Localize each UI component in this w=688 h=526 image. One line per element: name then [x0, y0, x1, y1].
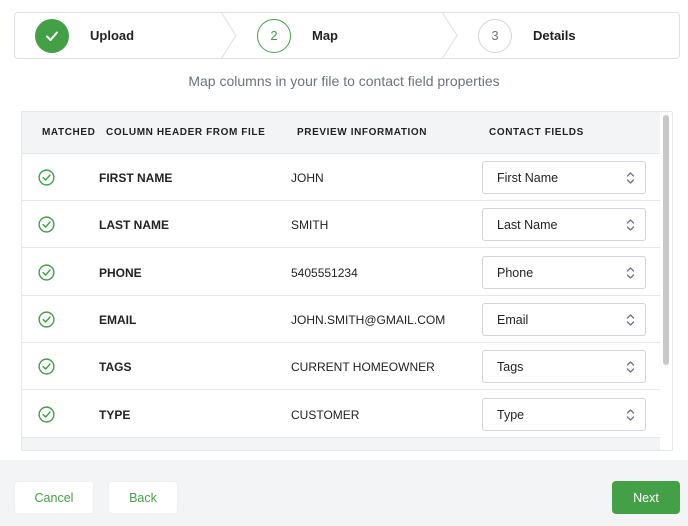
table-row-partial: [22, 437, 660, 450]
matched-check-icon: [38, 311, 55, 328]
table-row: PHONE 5405551234 Phone: [22, 248, 660, 296]
column-header-file: COLUMN HEADER FROM FILE: [106, 127, 266, 138]
cancel-button[interactable]: Cancel: [14, 481, 94, 514]
step-label: Details: [533, 28, 576, 43]
page-subtitle: Map columns in your file to contact fiel…: [188, 73, 500, 89]
file-column-header: FIRST NAME: [99, 171, 173, 185]
contact-field-select[interactable]: First Name: [482, 161, 646, 194]
chevron-up-down-icon: [626, 361, 635, 373]
table-row: FIRST NAME JOHN First Name: [22, 154, 660, 201]
step-number-circle: 2: [257, 18, 291, 53]
preview-value: JOHN.SMITH@GMAIL.COM: [291, 312, 446, 327]
table-row: EMAIL JOHN.SMITH@GMAIL.COM Email: [22, 295, 660, 343]
matched-check-icon: [38, 264, 55, 281]
step-upload[interactable]: Upload: [35, 13, 134, 58]
chevron-up-down-icon: [626, 172, 635, 184]
table-header: MATCHED COLUMN HEADER FROM FILE PREVIEW …: [22, 112, 660, 154]
progress-stepper: Upload 2 Map 3 Details: [14, 12, 680, 59]
step-separator-icon: [441, 12, 458, 59]
contact-field-select[interactable]: Type: [482, 397, 646, 431]
step-details[interactable]: 3 Details: [478, 13, 576, 58]
file-column-header: EMAIL: [99, 312, 137, 327]
next-button[interactable]: Next: [612, 481, 680, 514]
file-column-header: TAGS: [99, 360, 132, 375]
check-icon: [46, 31, 58, 41]
contact-field-select[interactable]: Last Name: [482, 208, 646, 242]
step-label: Map: [312, 28, 338, 43]
matched-check-icon: [38, 216, 55, 233]
scrollbar-thumb[interactable]: [663, 115, 669, 365]
table-row: TAGS CURRENT HOMEOWNER Tags: [22, 343, 660, 391]
chevron-up-down-icon: [626, 314, 635, 326]
matched-check-icon: [38, 358, 55, 375]
contact-field-value: First Name: [497, 171, 559, 185]
step-complete-circle: [35, 18, 69, 53]
preview-value: CURRENT HOMEOWNER: [291, 360, 435, 375]
contact-field-select[interactable]: Email: [482, 302, 646, 336]
matched-check-icon: [38, 405, 55, 423]
chevron-up-down-icon: [626, 408, 635, 421]
contact-field-value: Tags: [497, 360, 524, 375]
step-label: Upload: [90, 28, 135, 43]
chevron-up-down-icon: [626, 219, 635, 231]
preview-value: CUSTOMER: [291, 407, 360, 422]
contact-field-value: Email: [497, 312, 529, 327]
matched-check-icon: [38, 169, 55, 186]
footer-bar: Cancel Back Next: [0, 460, 688, 526]
contact-field-value: Phone: [497, 265, 534, 280]
column-header-matched: MATCHED: [42, 127, 96, 138]
back-button[interactable]: Back: [108, 481, 178, 514]
step-map[interactable]: 2 Map: [257, 13, 338, 58]
preview-value: JOHN: [291, 171, 324, 185]
file-column-header: TYPE: [99, 407, 131, 422]
table-scrollbar[interactable]: [662, 114, 670, 450]
mapping-table: MATCHED COLUMN HEADER FROM FILE PREVIEW …: [21, 111, 673, 451]
table-row: TYPE CUSTOMER Type: [22, 390, 660, 438]
column-header-preview: PREVIEW INFORMATION: [297, 127, 428, 138]
preview-value: 5405551234: [291, 265, 358, 280]
contact-field-value: Type: [497, 407, 525, 422]
step-number-circle: 3: [478, 18, 512, 53]
contact-field-select[interactable]: Phone: [482, 255, 646, 289]
contact-field-select[interactable]: Tags: [482, 350, 646, 384]
contact-field-value: Last Name: [497, 218, 558, 233]
file-column-header: PHONE: [99, 265, 142, 280]
preview-value: SMITH: [291, 218, 329, 233]
chevron-up-down-icon: [626, 266, 635, 279]
file-column-header: LAST NAME: [99, 218, 169, 233]
table-row: LAST NAME SMITH Last Name: [22, 201, 660, 249]
column-header-contact-fields: CONTACT FIELDS: [489, 127, 584, 138]
step-separator-icon: [220, 12, 237, 59]
